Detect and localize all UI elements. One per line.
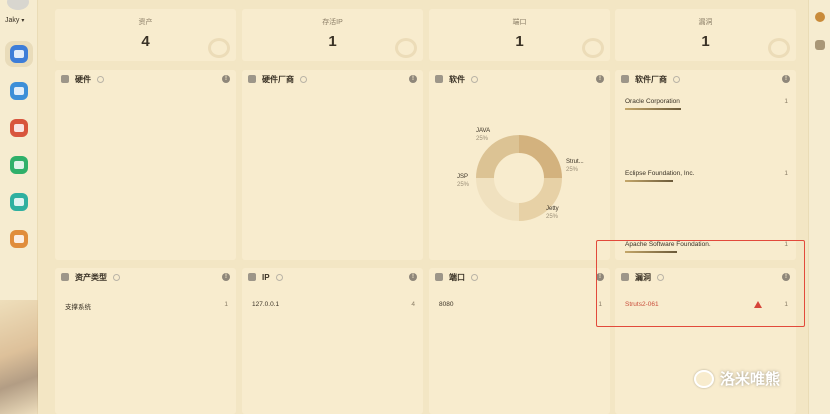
watermark-text: 洛米唯熊: [720, 371, 781, 388]
info-icon[interactable]: !: [409, 75, 417, 83]
stat-label: 存活IP: [322, 19, 343, 26]
nav-chat-icon[interactable]: [10, 193, 28, 211]
list-item[interactable]: 127.0.0.1 4: [252, 301, 415, 308]
info-icon[interactable]: !: [409, 273, 417, 281]
stat-card-vulns[interactable]: 漏洞 1: [615, 9, 796, 61]
monitor-icon: [248, 273, 256, 281]
ip-watermark-icon: [395, 38, 417, 58]
panel-title: 硬件: [75, 74, 91, 84]
chart-label-jsp: JSP 25%: [457, 174, 470, 189]
user-menu[interactable]: Jaky ▾: [5, 17, 24, 24]
chart-label-jetty: Jetty 25%: [546, 206, 559, 221]
list-item[interactable]: Eclipse Foundation, Inc. 1: [625, 170, 788, 177]
refresh-icon[interactable]: [97, 75, 104, 83]
panel-title: 软件厂商: [635, 74, 667, 84]
wechat-logo-icon: [694, 369, 714, 388]
chat-bubble-logo-icon: [7, 0, 29, 10]
vuln-watermark-icon: [768, 38, 790, 58]
nav-chart-icon[interactable]: [10, 156, 28, 174]
watermark: 洛米唯熊: [694, 368, 780, 389]
left-sidebar: Jaky ▾: [0, 0, 38, 414]
info-icon[interactable]: !: [222, 75, 230, 83]
donut-slice[interactable]: [518, 135, 562, 179]
stat-label: 漏洞: [698, 19, 713, 26]
info-icon[interactable]: !: [596, 75, 604, 83]
info-icon[interactable]: !: [782, 75, 790, 83]
info-icon[interactable]: !: [222, 273, 230, 281]
nav-asset-icon[interactable]: [10, 45, 28, 63]
stat-card-ports[interactable]: 端口 1: [429, 9, 610, 61]
panel-ip: IP! 127.0.0.1 4: [242, 268, 423, 414]
vendor-bar: [625, 108, 681, 110]
donut-slice[interactable]: [476, 177, 520, 221]
right-rail: [808, 0, 830, 414]
panel-software: 软件! JAVA 25% Strut... 25% Jetty 25% JSP 25%: [429, 70, 610, 260]
refresh-icon[interactable]: [471, 273, 478, 281]
chevron-down-icon: ▾: [21, 18, 25, 24]
user-name: Jaky: [5, 17, 20, 24]
panel-title: IP: [262, 272, 270, 282]
highlight-box: [596, 240, 805, 327]
panel-port: 端口! 8080 1: [429, 268, 610, 414]
refresh-icon[interactable]: [300, 75, 307, 83]
panel-title: 软件: [449, 74, 465, 84]
list-item[interactable]: 8080 1: [439, 301, 602, 308]
vendor-bar: [625, 180, 673, 182]
nav-list-icon[interactable]: [10, 82, 28, 100]
refresh-icon[interactable]: [673, 75, 680, 83]
chart-label-struts: Strut... 25%: [566, 159, 584, 174]
panel-title: 资产类型: [75, 272, 107, 282]
stack-watermark-icon: [208, 38, 230, 58]
panel-asset-type: 资产类型! 支撑系统 1: [55, 268, 236, 414]
chart-label-java: JAVA 25%: [476, 128, 491, 143]
panel-title: 硬件厂商: [262, 74, 294, 84]
decorative-illustration: [0, 300, 38, 414]
asset-type-icon: [61, 273, 69, 281]
nav-card-icon[interactable]: [10, 230, 28, 248]
panel-hardware-vendor: 硬件厂商!: [242, 70, 423, 260]
hardware-icon: [61, 75, 69, 83]
refresh-icon[interactable]: [471, 75, 478, 83]
stat-card-live-ip[interactable]: 存活IP 1: [242, 9, 423, 61]
port-icon: [435, 273, 443, 281]
list-item[interactable]: Oracle Corporation 1: [625, 98, 788, 105]
vendor-icon: [248, 75, 256, 83]
refresh-icon[interactable]: [275, 273, 283, 281]
user-icon: [621, 75, 629, 83]
stat-card-assets[interactable]: 资产 4: [55, 9, 236, 61]
panel-software-vendor: 软件厂商! Oracle Corporation 1 Eclipse Founda…: [615, 70, 796, 260]
document-icon[interactable]: [815, 40, 825, 50]
panel-title: 端口: [449, 272, 465, 282]
refresh-icon[interactable]: [113, 273, 120, 281]
nav-screen-icon[interactable]: [10, 119, 28, 137]
stat-label: 端口: [512, 19, 527, 26]
folder-icon: [435, 75, 443, 83]
list-item[interactable]: 支撑系统 1: [65, 301, 228, 311]
panel-hardware: 硬件!: [55, 70, 236, 260]
stat-label: 资产: [138, 19, 153, 26]
settings-icon[interactable]: [815, 12, 825, 22]
port-watermark-icon: [582, 38, 604, 58]
donut-slice[interactable]: [476, 135, 520, 179]
